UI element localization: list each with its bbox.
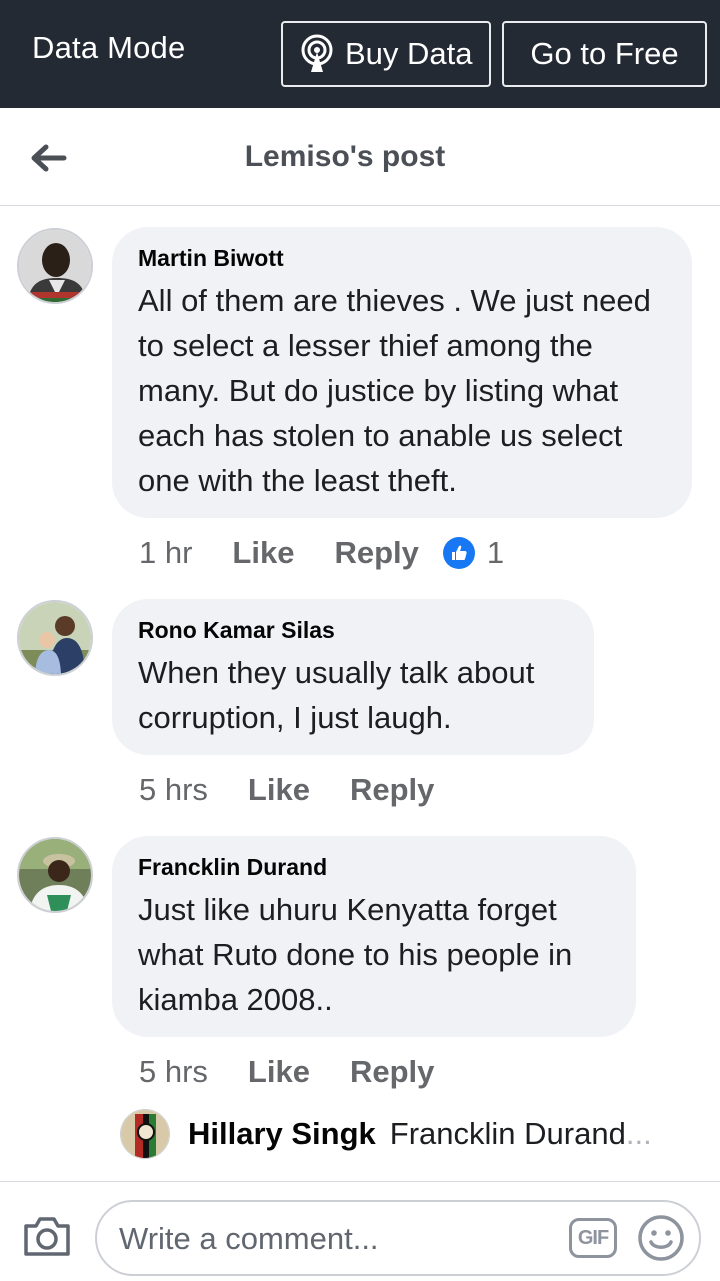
reaction-summary[interactable]: 1 <box>442 535 505 571</box>
commenter-name[interactable]: Rono Kamar Silas <box>138 617 568 644</box>
avatar <box>120 1109 170 1159</box>
comment-field[interactable]: GIF <box>95 1200 701 1276</box>
avatar[interactable] <box>17 837 93 913</box>
comment-input[interactable] <box>117 1216 551 1262</box>
thumbs-up-icon <box>442 537 475 569</box>
profile-photo <box>19 839 91 911</box>
commenter-name[interactable]: Martin Biwott <box>138 245 666 272</box>
comment-time[interactable]: 5 hrs <box>139 772 208 808</box>
camera-icon[interactable] <box>22 1214 72 1258</box>
profile-photo <box>19 230 91 302</box>
comment-actions: 1 hr Like Reply 1 <box>139 532 504 574</box>
buy-data-label: Buy Data <box>345 36 473 71</box>
broadcast-icon <box>301 34 333 72</box>
comment-time[interactable]: 1 hr <box>139 535 192 571</box>
go-to-free-button[interactable]: Go to Free <box>502 21 707 87</box>
avatar[interactable] <box>17 228 93 304</box>
comment-text: All of them are thieves . We just need t… <box>138 283 651 498</box>
reply-button[interactable]: Reply <box>334 535 418 571</box>
like-button[interactable]: Like <box>248 1054 310 1090</box>
reply-text: Francklin Durand <box>389 1116 626 1151</box>
page-title: Lemiso's post <box>244 140 446 173</box>
profile-photo <box>19 602 91 674</box>
comment-bubble[interactable]: Francklin Durand Just like uhuru Kenyatt… <box>112 836 636 1037</box>
buy-data-button[interactable]: Buy Data <box>281 21 491 87</box>
comment-bubble[interactable]: Martin Biwott All of them are thieves . … <box>112 227 692 518</box>
data-mode-label: Data Mode <box>32 30 186 65</box>
profile-photo <box>121 1110 169 1158</box>
reply-ellipsis: ... <box>625 1116 652 1151</box>
comment-composer: GIF <box>0 1181 720 1281</box>
go-to-free-label: Go to Free <box>530 36 679 71</box>
emoji-icon[interactable] <box>637 1214 685 1262</box>
gif-button[interactable]: GIF <box>569 1218 617 1258</box>
post-header: Lemiso's post <box>0 108 720 206</box>
comment-actions: 5 hrs Like Reply <box>139 769 434 811</box>
like-button[interactable]: Like <box>248 772 310 808</box>
data-mode-bar: Data Mode Buy Data Go to Free <box>0 0 720 108</box>
reply-button[interactable]: Reply <box>350 772 434 808</box>
commenter-name[interactable]: Francklin Durand <box>138 854 610 881</box>
comment-bubble[interactable]: Rono Kamar Silas When they usually talk … <box>112 599 594 755</box>
like-button[interactable]: Like <box>232 535 294 571</box>
comment-actions: 5 hrs Like Reply <box>139 1051 434 1093</box>
comment-text: Just like uhuru Kenyatta forget what Rut… <box>138 892 573 1017</box>
reply-author-name: Hillary Singk <box>188 1116 376 1151</box>
avatar[interactable] <box>17 600 93 676</box>
comment-time[interactable]: 5 hrs <box>139 1054 208 1090</box>
reaction-count: 1 <box>486 535 505 570</box>
reply-preview[interactable]: Hillary Singk Francklin Durand... <box>120 1108 652 1160</box>
reply-button[interactable]: Reply <box>350 1054 434 1090</box>
comment-text: When they usually talk about corruption,… <box>138 655 535 735</box>
